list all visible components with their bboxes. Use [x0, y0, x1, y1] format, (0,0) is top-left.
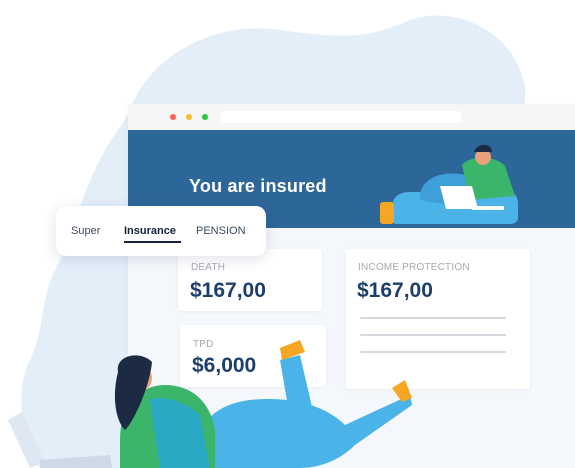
hero-title: You are insured: [189, 176, 327, 196]
placeholder-line: [360, 351, 506, 353]
close-dot-icon[interactable]: [170, 114, 176, 120]
tpd-value: $6,000: [192, 354, 257, 377]
tab-insurance[interactable]: Insurance: [124, 225, 176, 237]
placeholder-line: [360, 317, 506, 319]
death-label: DEATH: [191, 262, 226, 273]
address-bar[interactable]: [221, 111, 461, 123]
income-protection-card[interactable]: INCOME PROTECTION $167,00: [346, 249, 530, 389]
tab-bar: Super Insurance PENSION: [56, 206, 266, 256]
income-protection-label: INCOME PROTECTION: [358, 262, 470, 273]
active-tab-indicator: [124, 241, 181, 243]
placeholder-line: [360, 334, 506, 336]
death-value: $167,00: [190, 279, 266, 302]
maximize-dot-icon[interactable]: [202, 114, 208, 120]
browser-window: You are insured DEATH $167,00 TPD $6,000…: [128, 104, 575, 468]
tpd-card[interactable]: TPD $6,000: [180, 325, 326, 387]
tpd-label: TPD: [193, 339, 214, 350]
income-protection-value: $167,00: [357, 279, 433, 302]
tab-super[interactable]: Super: [71, 225, 100, 237]
tab-pension[interactable]: PENSION: [196, 225, 246, 237]
death-card[interactable]: DEATH $167,00: [178, 249, 322, 311]
browser-toolbar: [128, 104, 575, 130]
minimize-dot-icon[interactable]: [186, 114, 192, 120]
